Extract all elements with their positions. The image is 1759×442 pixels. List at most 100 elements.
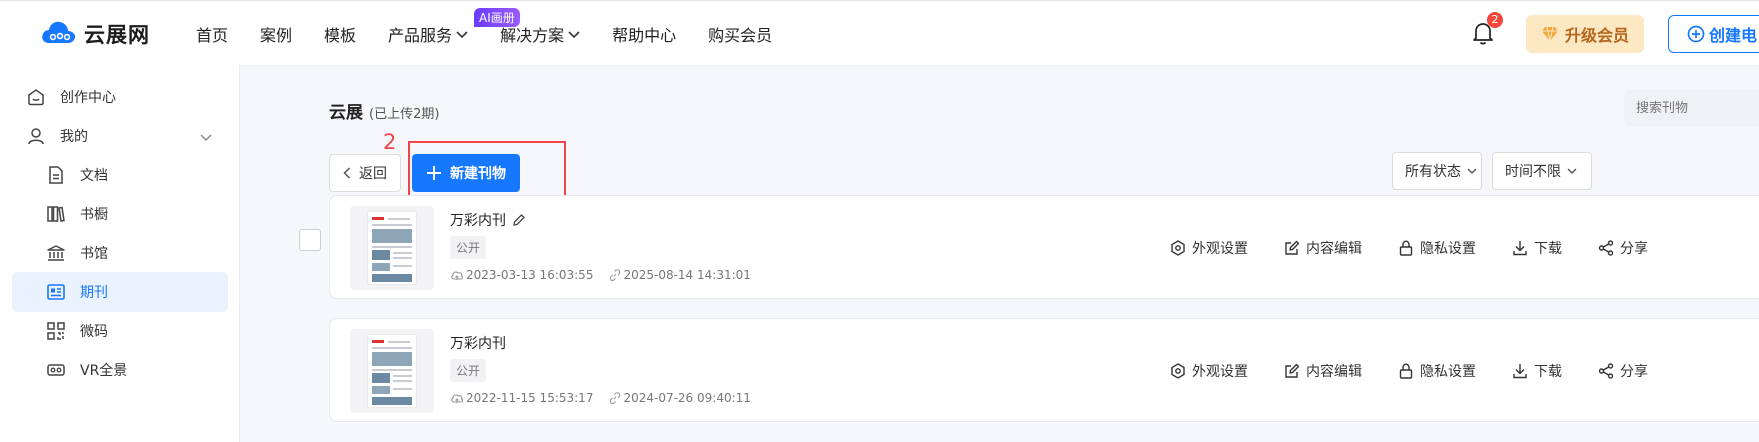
link-icon (609, 269, 621, 281)
chevron-down-icon (200, 130, 212, 146)
action-label: 隐私设置 (1420, 241, 1476, 257)
nav-label: 首页 (196, 25, 229, 45)
vr-icon (46, 360, 66, 380)
card-actions: 外观设置 内容编辑 隐私设置 下载 分享 (1170, 238, 1684, 258)
filter-label: 时间不限 (1505, 164, 1561, 180)
share-icon (1598, 240, 1614, 256)
journal-title: 万彩内刊 (450, 213, 506, 229)
cover-page (368, 212, 416, 284)
nav-home[interactable]: 首页 (196, 22, 228, 46)
create-button[interactable]: 创建电 (1668, 15, 1759, 53)
share-button[interactable]: 分享 (1598, 238, 1648, 258)
chevron-down-icon (568, 24, 580, 43)
upgrade-membership-button[interactable]: 升级会员 (1526, 15, 1644, 53)
back-label: 返回 (359, 166, 387, 182)
nav-label: 购买会员 (708, 25, 773, 45)
edit-icon (1284, 240, 1300, 256)
action-label: 下载 (1534, 241, 1562, 257)
plus-circle-icon (1687, 25, 1705, 43)
bookshelf-icon (46, 204, 66, 224)
sidebar-item-documents[interactable]: 文档 (12, 155, 228, 195)
sidebar-item-vr-panorama[interactable]: VR全景 (12, 350, 228, 390)
journal-title: 万彩内刊 (450, 336, 506, 352)
sidebar-item-label: 书馆 (80, 246, 108, 262)
content-edit-button[interactable]: 内容编辑 (1284, 238, 1362, 258)
appearance-settings-button[interactable]: 外观设置 (1170, 361, 1248, 381)
nav-templates[interactable]: 模板 (324, 22, 356, 46)
sidebar: 创作中心 我的 文档 书橱 书馆 期刊 微码 VR全景 (0, 65, 240, 442)
action-label: 内容编辑 (1306, 241, 1362, 257)
main-nav: 首页 案例 模板 产品服务 AI画册 解决方案 帮助中心 购买会员 (196, 1, 804, 66)
sidebar-item-library[interactable]: 书馆 (12, 233, 228, 273)
upload-count: (已上传2期) (369, 107, 440, 122)
download-icon (1512, 240, 1528, 256)
lock-icon (1398, 240, 1414, 256)
upload-time: 2022-11-15 15:53:17 (466, 391, 594, 405)
sidebar-item-journals[interactable]: 期刊 (12, 272, 228, 312)
visibility-tag: 公开 (450, 359, 487, 382)
privacy-settings-button[interactable]: 隐私设置 (1398, 361, 1476, 381)
journal-meta: 2023-03-13 16:03:55 2025-08-14 14:31:01 (450, 268, 751, 282)
chevron-down-icon (1467, 168, 1477, 175)
download-button[interactable]: 下载 (1512, 361, 1562, 381)
appearance-settings-button[interactable]: 外观设置 (1170, 238, 1248, 258)
visibility-tag: 公开 (450, 236, 487, 259)
main-content: 云展 (已上传2期) 返回 2 新建刊物 所有状态 时间不限 (240, 65, 1759, 442)
pencil-icon[interactable] (512, 213, 526, 227)
lock-icon (1398, 363, 1414, 379)
upload-time: 2023-03-13 16:03:55 (466, 268, 594, 282)
update-time: 2025-08-14 14:31:01 (623, 268, 751, 282)
journal-card[interactable]: 万彩内刊 公开 2022-11-15 15:53:17 2024-07-26 0… (329, 318, 1759, 422)
home-icon (26, 87, 46, 107)
hexagon-settings-icon (1170, 240, 1186, 256)
sidebar-item-microcode[interactable]: 微码 (12, 311, 228, 351)
journal-meta: 2022-11-15 15:53:17 2024-07-26 09:40:11 (450, 391, 751, 405)
journal-cover-thumbnail[interactable] (350, 329, 434, 413)
back-button[interactable]: 返回 (329, 154, 401, 192)
download-icon (1512, 363, 1528, 379)
select-checkbox[interactable] (299, 229, 321, 251)
sidebar-item-mine[interactable]: 我的 (12, 116, 228, 156)
search-input[interactable] (1624, 90, 1759, 126)
content-edit-button[interactable]: 内容编辑 (1284, 361, 1362, 381)
page-title-text: 云展 (329, 103, 363, 123)
nav-products[interactable]: 产品服务 AI画册 (388, 7, 520, 46)
hexagon-settings-icon (1170, 363, 1186, 379)
diamond-icon (1541, 26, 1559, 42)
cloud-upload-icon (450, 269, 464, 281)
document-icon (46, 165, 66, 185)
nav-help[interactable]: 帮助中心 (612, 22, 676, 46)
sidebar-item-label: 期刊 (80, 285, 108, 301)
nav-cases[interactable]: 案例 (260, 22, 292, 46)
action-label: 内容编辑 (1306, 364, 1362, 380)
filter-label: 所有状态 (1405, 164, 1461, 180)
sidebar-item-label: 微码 (80, 324, 108, 340)
sidebar-item-label: 创作中心 (60, 90, 116, 106)
download-button[interactable]: 下载 (1512, 238, 1562, 258)
plus-icon (426, 165, 442, 181)
logo-text: 云展网 (84, 23, 150, 47)
cover-page (368, 335, 416, 407)
share-button[interactable]: 分享 (1598, 361, 1648, 381)
new-journal-button[interactable]: 新建刊物 (412, 154, 520, 192)
journal-card[interactable]: 万彩内刊 公开 2023-03-13 16:03:55 2025-08-14 1… (329, 195, 1759, 299)
nav-solutions[interactable]: 解决方案 (500, 22, 580, 46)
journal-icon (46, 282, 66, 302)
nav-label: 解决方案 (500, 25, 565, 45)
status-filter-select[interactable]: 所有状态 (1392, 152, 1482, 190)
step-number-annotation: 2 (383, 130, 397, 154)
nav-buy-membership[interactable]: 购买会员 (708, 22, 772, 46)
action-label: 分享 (1620, 241, 1648, 257)
privacy-settings-button[interactable]: 隐私设置 (1398, 238, 1476, 258)
journal-cover-thumbnail[interactable] (350, 206, 434, 290)
sidebar-item-label: 文档 (80, 168, 108, 184)
chevron-down-icon (1567, 168, 1577, 175)
journal-name: 万彩内刊 (450, 210, 526, 230)
user-icon (26, 126, 46, 146)
time-filter-select[interactable]: 时间不限 (1492, 152, 1592, 190)
sidebar-item-bookshelf[interactable]: 书橱 (12, 194, 228, 234)
new-journal-label: 新建刊物 (450, 166, 506, 182)
logo[interactable]: 云展网 (40, 19, 150, 49)
action-label: 下载 (1534, 364, 1562, 380)
sidebar-item-creation-center[interactable]: 创作中心 (12, 77, 228, 117)
